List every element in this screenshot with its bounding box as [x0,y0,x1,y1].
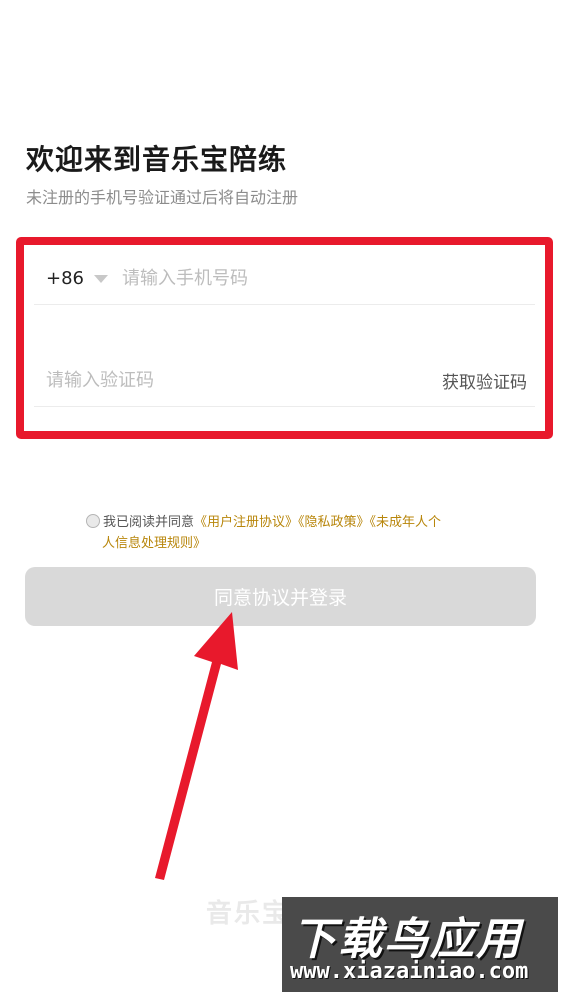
watermark-url: www.xiazainiao.com [290,959,529,984]
verification-code-input[interactable] [46,370,306,391]
phone-row: +86 [34,253,535,305]
login-screen: 欢迎来到音乐宝陪练 未注册的手机号验证通过后将自动注册 +86 获取验证码 我已… [0,0,561,997]
phone-input[interactable] [122,268,535,289]
privacy-policy-link[interactable]: 《隐私政策》 [298,515,370,530]
watermark-title: 下载鸟应用 [292,914,522,965]
minor-info-rules-link[interactable]: 《未成年人个 [370,515,442,530]
agreement-prefix: 我已阅读并同意 [103,515,195,530]
user-agreement-link[interactable]: 《用户注册协议》 [194,515,298,530]
agree-and-login-button[interactable]: 同意协议并登录 [25,567,536,626]
footer-brand: 音乐宝 [206,899,291,929]
code-row: 获取验证码 [34,355,535,407]
page-title: 欢迎来到音乐宝陪练 [26,143,288,176]
watermark: 下载鸟应用 www.xiazainiao.com [282,897,558,992]
arrow-shape [155,612,238,880]
chevron-down-icon[interactable] [94,274,108,283]
agreement-text: 我已阅读并同意《用户注册协议》《隐私政策》《未成年人个 人信息处理规则》 [86,512,486,554]
country-code-selector[interactable]: +86 [46,268,84,289]
page-subtitle: 未注册的手机号验证通过后将自动注册 [26,188,299,207]
agreement-radio[interactable] [86,514,100,528]
login-form-highlight: +86 获取验证码 [16,237,553,439]
minor-info-rules-link-cont[interactable]: 人信息处理规则》 [86,533,486,554]
get-code-button[interactable]: 获取验证码 [442,368,527,393]
